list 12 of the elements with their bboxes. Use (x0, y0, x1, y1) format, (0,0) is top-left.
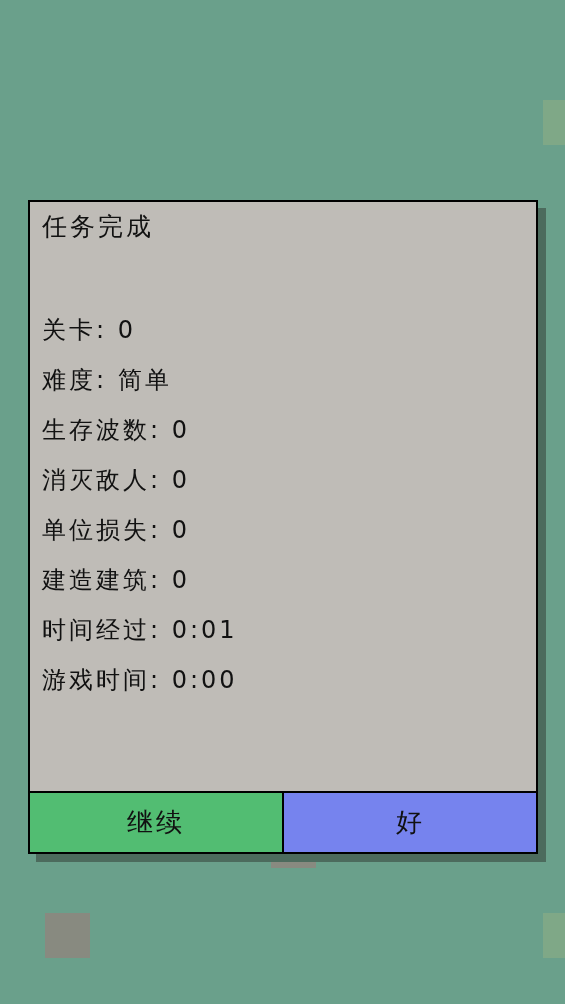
stat-line: 生存波数: 0 (42, 415, 190, 446)
dialog-title: 任务完成 (42, 211, 154, 243)
ok-button[interactable]: 好 (282, 793, 536, 852)
stat-line: 游戏时间: 0:00 (42, 665, 238, 696)
stat-line: 消灭敌人: 0 (42, 465, 190, 496)
stat-line: 时间经过: 0:01 (42, 615, 238, 646)
continue-button[interactable]: 继续 (30, 793, 282, 852)
tile (45, 913, 90, 958)
stat-line: 难度: 简单 (42, 365, 172, 396)
stat-line: 关卡: 0 (42, 315, 136, 346)
stat-line: 单位损失: 0 (42, 515, 190, 546)
stat-line: 建造建筑: 0 (42, 565, 190, 596)
